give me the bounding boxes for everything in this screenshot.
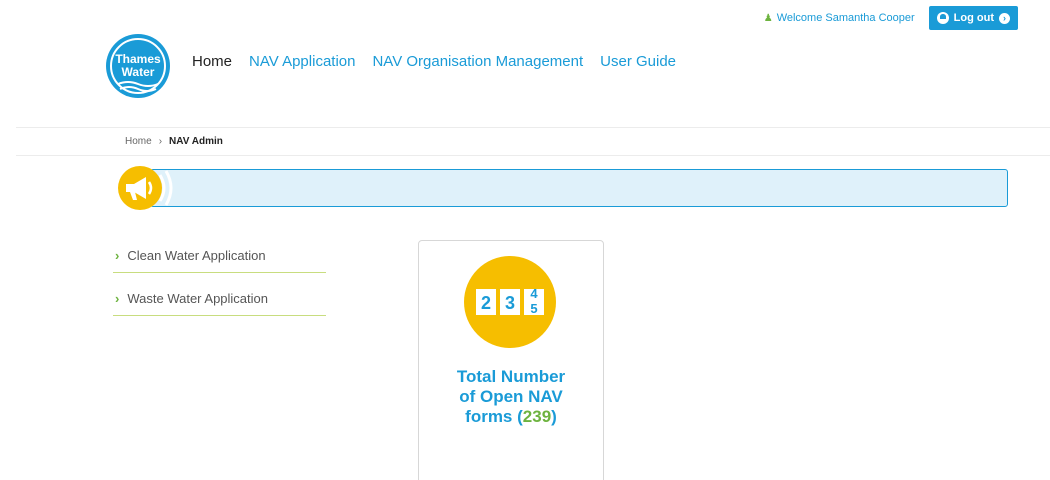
- welcome-text: Welcome Samantha Cooper: [776, 12, 915, 24]
- breadcrumb-divider: [16, 155, 1050, 156]
- counter-icon: 2 3 4 5: [476, 286, 544, 316]
- card-title: Total Number of Open NAV forms (239): [419, 367, 603, 427]
- side-item-waste-water[interactable]: › Waste Water Application: [113, 281, 326, 316]
- counter-digit-2: 3: [505, 293, 515, 313]
- side-item-label: Clean Water Application: [127, 247, 266, 263]
- counter-digit-3: 4: [530, 286, 538, 301]
- arrow-right-icon: ›: [999, 12, 1010, 24]
- user-circle-icon: [936, 12, 949, 24]
- side-item-label: Waste Water Application: [127, 290, 268, 306]
- counter-digit-1: 2: [481, 293, 491, 313]
- breadcrumb-current: NAV Admin: [169, 136, 223, 147]
- main-nav: Home NAV Application NAV Organisation Ma…: [192, 53, 676, 70]
- logo-text-line1: Thames: [115, 52, 161, 66]
- logout-label: Log out: [953, 12, 994, 24]
- open-nav-forms-card[interactable]: 2 3 4 5 Total Number of Open NAV forms (…: [418, 240, 604, 480]
- counter-badge: 2 3 4 5: [464, 256, 556, 348]
- nav-nav-organisation-management[interactable]: NAV Organisation Management: [372, 53, 583, 70]
- logout-button[interactable]: Log out ›: [928, 6, 1018, 30]
- announcement-banner: [150, 169, 1008, 207]
- welcome-message: ♟ Welcome Samantha Cooper: [764, 12, 915, 24]
- nav-user-guide[interactable]: User Guide: [600, 53, 676, 70]
- breadcrumb-home[interactable]: Home: [125, 136, 152, 147]
- thames-water-logo[interactable]: Thames Water: [104, 30, 172, 108]
- card-title-suffix: ): [551, 407, 557, 426]
- side-item-clean-water[interactable]: › Clean Water Application: [113, 238, 326, 273]
- megaphone-icon: [116, 165, 174, 211]
- open-forms-count: 239: [522, 407, 552, 426]
- header-divider: [16, 127, 1050, 128]
- breadcrumb-separator-icon: ›: [158, 136, 163, 147]
- nav-nav-application[interactable]: NAV Application: [249, 53, 355, 70]
- nav-home[interactable]: Home: [192, 53, 232, 70]
- side-menu: › Clean Water Application › Waste Water …: [113, 238, 326, 324]
- chevron-right-icon: ›: [115, 290, 120, 306]
- chevron-right-icon: ›: [115, 247, 120, 263]
- logo-text-line2: Water: [122, 65, 155, 79]
- top-bar: ♟ Welcome Samantha Cooper Log out ›: [764, 6, 1018, 30]
- counter-digit-4: 5: [530, 301, 537, 316]
- user-icon: ♟: [763, 12, 773, 24]
- breadcrumb: Home › NAV Admin: [125, 136, 223, 147]
- logo-svg: Thames Water: [106, 34, 170, 98]
